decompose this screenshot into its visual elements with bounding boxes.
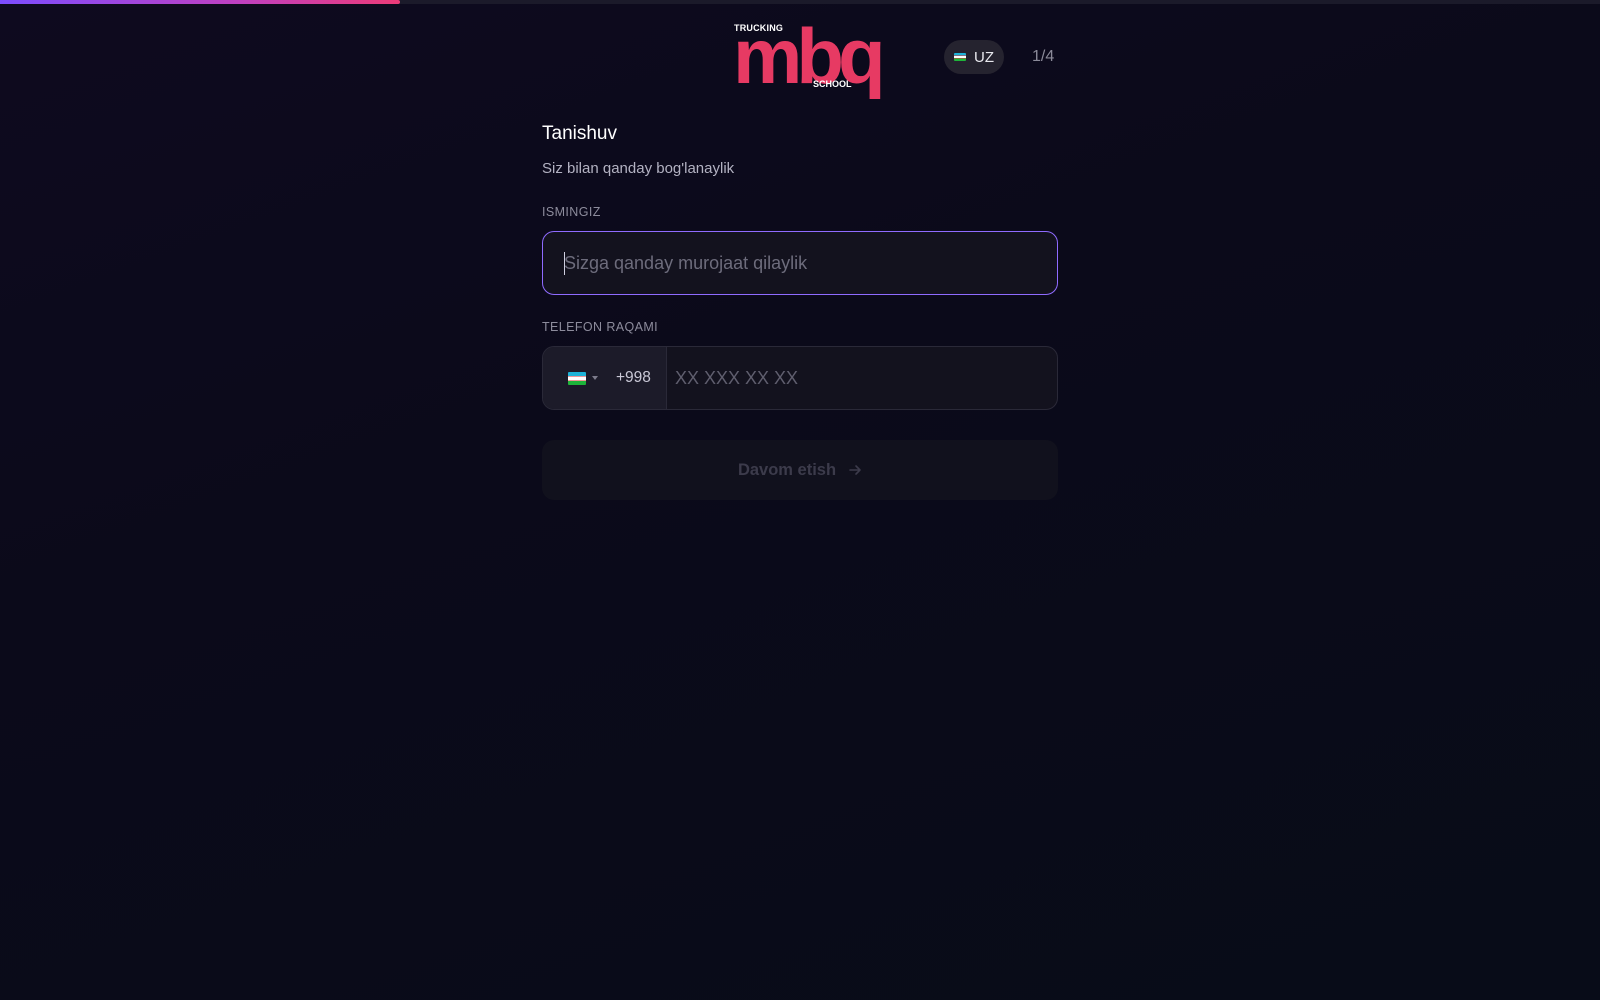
- uzbekistan-flag-icon: [954, 53, 966, 61]
- phone-input[interactable]: [667, 347, 1057, 409]
- page-title: Tanishuv: [542, 123, 617, 144]
- phone-field-wrapper: +998: [542, 346, 1058, 410]
- logo-top-text: TRUCKING: [734, 23, 784, 33]
- language-code: UZ: [974, 48, 994, 66]
- name-label: ISMINGIZ: [542, 205, 601, 219]
- continue-button[interactable]: Davom etish: [542, 440, 1058, 500]
- uzbekistan-flag-icon: [568, 371, 586, 385]
- progress-bar: [0, 0, 1600, 4]
- dial-code: +998: [616, 369, 651, 386]
- step-counter: 1/4: [1032, 48, 1055, 65]
- arrow-right-icon: [849, 465, 861, 475]
- page-subtitle: Siz bilan qanday bog'lanaylik: [542, 160, 735, 177]
- logo-bottom-text: SCHOOL: [813, 79, 852, 89]
- text-caret: [564, 252, 565, 275]
- progress-fill: [0, 0, 400, 4]
- phone-label: TELEFON RAQAMI: [542, 320, 659, 334]
- contact-form: Tanishuv Siz bilan qanday bog'lanaylik I…: [542, 118, 1058, 500]
- country-code-select[interactable]: +998: [543, 347, 667, 409]
- chevron-down-icon: [592, 376, 598, 380]
- continue-button-label: Davom etish: [737, 460, 837, 479]
- brand-logo: mbq TRUCKING SCHOOL: [733, 17, 886, 95]
- language-switcher[interactable]: UZ: [944, 40, 1004, 74]
- name-input[interactable]: [564, 252, 1034, 274]
- name-field-wrapper[interactable]: [542, 231, 1058, 295]
